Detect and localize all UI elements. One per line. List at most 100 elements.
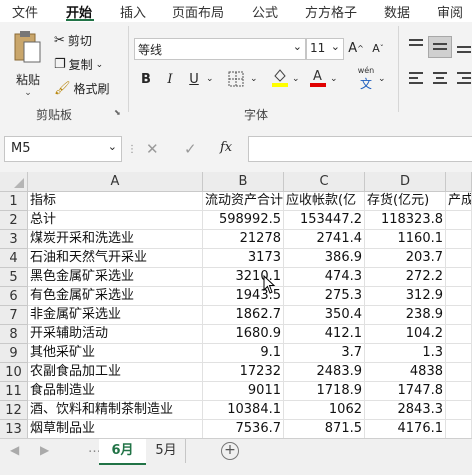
- cell-e-5[interactable]: [446, 268, 472, 287]
- cell-b-1[interactable]: 流动资产合计: [203, 192, 284, 211]
- cell-a-1[interactable]: 指标: [28, 192, 203, 211]
- row-header[interactable]: 3: [0, 230, 28, 249]
- cell-d-6[interactable]: 312.9: [365, 287, 446, 306]
- row-header[interactable]: 4: [0, 249, 28, 268]
- chevron-down-icon[interactable]: ⌄: [378, 74, 386, 84]
- column-header-c[interactable]: C: [284, 172, 365, 192]
- previous-sheet-icon[interactable]: ◀: [10, 443, 19, 457]
- font-size-select[interactable]: 11 ⌄: [306, 38, 344, 60]
- sheet-tab-june[interactable]: 6月: [99, 439, 146, 465]
- cell-e-2[interactable]: [446, 211, 472, 230]
- row-header[interactable]: 8: [0, 325, 28, 344]
- cell-a-12[interactable]: 酒、饮料和精制茶制造业: [28, 401, 203, 420]
- italic-button[interactable]: I: [160, 69, 180, 89]
- borders-button[interactable]: [226, 69, 246, 89]
- cell-e-11[interactable]: [446, 382, 472, 401]
- cell-c-8[interactable]: 412.1: [284, 325, 365, 344]
- cell-d-3[interactable]: 1160.1: [365, 230, 446, 249]
- cell-b-12[interactable]: 10384.1: [203, 401, 284, 420]
- sheet-tab-may[interactable]: 5月: [147, 439, 186, 463]
- cell-d-8[interactable]: 104.2: [365, 325, 446, 344]
- tab-fangfang[interactable]: 方方格子: [305, 2, 357, 21]
- cell-b-2[interactable]: 598992.5: [203, 211, 284, 230]
- align-center-button[interactable]: [432, 70, 448, 89]
- cell-c-5[interactable]: 474.3: [284, 268, 365, 287]
- cell-e-3[interactable]: [446, 230, 472, 249]
- more-options-icon[interactable]: ⋮: [127, 144, 137, 155]
- cell-a-9[interactable]: 其他采矿业: [28, 344, 203, 363]
- cell-c-10[interactable]: 2483.9: [284, 363, 365, 382]
- font-name-select[interactable]: 等线 ⌄: [134, 38, 306, 60]
- cell-c-7[interactable]: 350.4: [284, 306, 365, 325]
- next-sheet-icon[interactable]: ▶: [40, 443, 49, 457]
- tab-formulas[interactable]: 公式: [252, 2, 278, 21]
- cell-e-10[interactable]: [446, 363, 472, 382]
- chevron-down-icon[interactable]: ⌄: [292, 74, 300, 84]
- cell-a-10[interactable]: 农副食品加工业: [28, 363, 203, 382]
- cell-d-1[interactable]: 存货(亿元): [365, 192, 446, 211]
- bold-button[interactable]: B: [136, 69, 156, 89]
- tab-file[interactable]: 文件: [12, 2, 38, 21]
- cell-b-13[interactable]: 7536.7: [203, 420, 284, 438]
- add-sheet-icon[interactable]: +: [221, 442, 239, 460]
- font-color-button[interactable]: A: [308, 67, 328, 87]
- cell-b-10[interactable]: 17232: [203, 363, 284, 382]
- cell-e-1[interactable]: 产成: [446, 192, 472, 211]
- row-header[interactable]: 13: [0, 420, 28, 438]
- tab-page-layout[interactable]: 页面布局: [172, 2, 224, 21]
- cell-d-10[interactable]: 4838: [365, 363, 446, 382]
- cell-b-9[interactable]: 9.1: [203, 344, 284, 363]
- cell-c-6[interactable]: 275.3: [284, 287, 365, 306]
- cell-d-2[interactable]: 118323.8: [365, 211, 446, 230]
- tab-insert[interactable]: 插入: [120, 2, 146, 21]
- chevron-down-icon[interactable]: ⌄: [206, 74, 214, 84]
- column-header-e[interactable]: [446, 172, 472, 192]
- cell-b-7[interactable]: 1862.7: [203, 306, 284, 325]
- enter-icon[interactable]: ✓: [184, 140, 197, 158]
- cell-a-11[interactable]: 食品制造业: [28, 382, 203, 401]
- cut-button[interactable]: ✂ 剪切: [54, 32, 92, 49]
- cell-b-8[interactable]: 1680.9: [203, 325, 284, 344]
- column-header-b[interactable]: B: [203, 172, 284, 192]
- align-middle-button[interactable]: [428, 36, 452, 58]
- column-header-d[interactable]: D: [365, 172, 446, 192]
- tab-data[interactable]: 数据: [384, 2, 410, 21]
- cell-c-11[interactable]: 1718.9: [284, 382, 365, 401]
- name-box[interactable]: M5 ⌄: [4, 136, 122, 162]
- cell-e-6[interactable]: [446, 287, 472, 306]
- cell-c-12[interactable]: 1062: [284, 401, 365, 420]
- cell-a-5[interactable]: 黑色金属矿采选业: [28, 268, 203, 287]
- cell-e-9[interactable]: [446, 344, 472, 363]
- phonetic-button[interactable]: wén 文: [356, 66, 376, 92]
- cell-a-6[interactable]: 有色金属矿采选业: [28, 287, 203, 306]
- chevron-down-icon[interactable]: ⌄: [250, 74, 258, 84]
- chevron-down-icon[interactable]: ⌄: [96, 60, 104, 70]
- row-header[interactable]: 2: [0, 211, 28, 230]
- chevron-down-icon[interactable]: ⌄: [10, 88, 46, 98]
- cell-a-3[interactable]: 煤炭开采和洗选业: [28, 230, 203, 249]
- row-header[interactable]: 11: [0, 382, 28, 401]
- dialog-launcher-icon[interactable]: ⬊: [114, 108, 121, 117]
- formula-input[interactable]: [248, 136, 472, 162]
- cell-a-2[interactable]: 总计: [28, 211, 203, 230]
- cell-c-4[interactable]: 386.9: [284, 249, 365, 268]
- cell-e-12[interactable]: [446, 401, 472, 420]
- cell-a-4[interactable]: 石油和天然气开采业: [28, 249, 203, 268]
- column-header-a[interactable]: A: [28, 172, 203, 192]
- cell-c-2[interactable]: 153447.2: [284, 211, 365, 230]
- cell-a-7[interactable]: 非金属矿采选业: [28, 306, 203, 325]
- cell-d-13[interactable]: 4176.1: [365, 420, 446, 438]
- cancel-icon[interactable]: ✕: [146, 140, 159, 158]
- insert-function-button[interactable]: fx: [220, 140, 232, 155]
- cell-e-8[interactable]: [446, 325, 472, 344]
- cell-b-11[interactable]: 9011: [203, 382, 284, 401]
- cell-d-12[interactable]: 2843.3: [365, 401, 446, 420]
- align-right-button[interactable]: [456, 70, 472, 89]
- cell-a-13[interactable]: 烟草制品业: [28, 420, 203, 438]
- paste-button[interactable]: 粘贴 ⌄: [10, 30, 46, 100]
- cell-c-1[interactable]: 应收帐款(亿: [284, 192, 365, 211]
- format-painter-button[interactable]: 🖌 格式刷: [54, 80, 110, 97]
- cell-d-11[interactable]: 1747.8: [365, 382, 446, 401]
- cell-e-4[interactable]: [446, 249, 472, 268]
- cell-c-9[interactable]: 3.7: [284, 344, 365, 363]
